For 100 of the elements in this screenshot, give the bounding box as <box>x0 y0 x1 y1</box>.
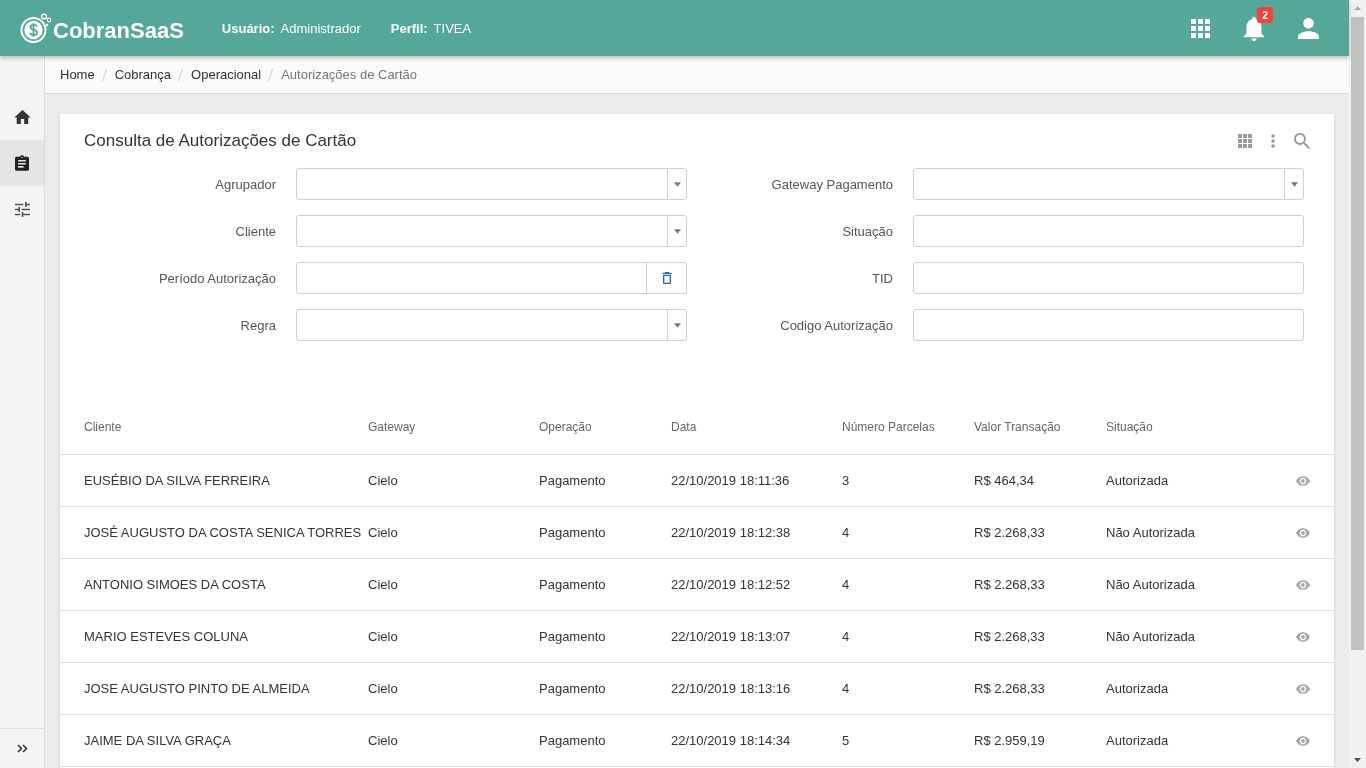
field-label: Cliente <box>235 223 276 239</box>
caret-down-icon[interactable] <box>1290 181 1298 187</box>
home-icon[interactable] <box>13 110 31 124</box>
table-cell-text: 22/10/2019 18:13:16 <box>671 681 792 696</box>
field-label: Situação <box>842 223 893 239</box>
select-field[interactable] <box>296 309 687 341</box>
logo-text: CobranSaaS <box>53 18 184 44</box>
user-label: Usuário: <box>221 20 275 36</box>
sidebar-item[interactable] <box>0 140 44 186</box>
clipboard-icon[interactable] <box>15 155 29 171</box>
table-cell-text: Autorizada <box>1106 733 1170 748</box>
select-field[interactable] <box>913 168 1304 200</box>
more-vertical-icon[interactable] <box>1271 134 1275 148</box>
grid-icon[interactable] <box>1238 134 1252 148</box>
field-label: Agrupador <box>215 176 276 192</box>
column-header[interactable]: Cliente <box>84 420 368 434</box>
table-cell-text: R$ 2.268,33 <box>974 577 1046 592</box>
field-label: Codigo Autorização <box>780 317 893 333</box>
scroll-up-icon[interactable] <box>1354 6 1361 10</box>
field-label: TID <box>872 270 893 286</box>
trash-icon[interactable] <box>661 272 672 284</box>
table-cell-text: Autorizada <box>1106 473 1170 488</box>
breadcrumb-separator <box>268 68 274 81</box>
table-cell-text: 3 <box>842 473 851 488</box>
column-header[interactable]: Gateway <box>368 420 539 434</box>
text-field[interactable] <box>913 309 1304 341</box>
table-cell-text: Pagamento <box>539 733 607 748</box>
eye-icon[interactable] <box>1296 527 1310 538</box>
table-cell-text: Pagamento <box>539 577 607 592</box>
column-header[interactable]: Operação <box>539 420 671 434</box>
breadcrumb-separator <box>101 68 107 81</box>
table-cell-text: Não Autorizada <box>1106 577 1196 592</box>
caret-down-icon[interactable] <box>673 181 681 187</box>
breadcrumb-current: Autorizações de Cartão <box>281 67 418 82</box>
table-cell-text: 22/10/2019 18:14:34 <box>671 733 792 748</box>
table-cell-text: Cielo <box>368 681 399 696</box>
scrollbar-thumb[interactable] <box>1351 17 1364 650</box>
column-header[interactable]: Número Parcelas <box>842 420 974 434</box>
eye-icon[interactable] <box>1296 683 1310 694</box>
text-field[interactable] <box>913 262 1304 294</box>
profile-name: TIVEA <box>433 20 472 36</box>
double-chevron-icon[interactable] <box>16 744 28 753</box>
table-cell-text: Não Autorizada <box>1106 525 1196 540</box>
table-cell-text: Não Autorizada <box>1106 629 1196 644</box>
table-cell-text: JOSE AUGUSTO PINTO DE ALMEIDA <box>84 681 311 696</box>
table-cell-text: R$ 2.959,19 <box>974 733 1046 748</box>
table-cell-text: R$ 2.268,33 <box>974 681 1046 696</box>
notification-badge: 2 <box>1257 7 1273 23</box>
scrollbar[interactable] <box>1349 0 1366 768</box>
table-cell-text: 22/10/2019 18:11:36 <box>671 473 791 488</box>
table-cell-text: 4 <box>842 525 851 540</box>
table-cell-text: R$ 464,34 <box>974 473 1035 488</box>
column-header[interactable]: Situação <box>1106 420 1294 434</box>
column-header[interactable]: Valor Transação <box>974 420 1106 434</box>
field-label: Período Autorização <box>158 270 276 286</box>
breadcrumb-link[interactable]: Home <box>60 67 95 82</box>
table-cell-text: 22/10/2019 18:12:52 <box>671 577 792 592</box>
breadcrumb-link[interactable]: Operacional <box>191 67 262 82</box>
date-field[interactable] <box>296 262 647 294</box>
column-header[interactable]: Data <box>671 420 842 434</box>
table-cell-text: 4 <box>842 681 851 696</box>
table-cell-text: 22/10/2019 18:13:07 <box>671 629 792 644</box>
table-cell-text: R$ 2.268,33 <box>974 629 1046 644</box>
table-cell-text: 5 <box>842 733 851 748</box>
table-cell-text: JOSÉ AUGUSTO DA COSTA SENICA TORRES <box>84 525 363 540</box>
table-cell-text: R$ 2.268,33 <box>974 525 1046 540</box>
sliders-icon[interactable] <box>14 201 30 217</box>
table-cell-text: Pagamento <box>539 681 607 696</box>
search-icon[interactable] <box>1294 133 1310 149</box>
panel-title: Consulta de Autorizações de Cartão <box>84 130 357 152</box>
caret-down-icon[interactable] <box>673 228 681 234</box>
select-field[interactable] <box>296 215 687 247</box>
eye-icon[interactable] <box>1296 579 1310 590</box>
table-cell-text: MARIO ESTEVES COLUNA <box>84 629 249 644</box>
eye-icon[interactable] <box>1296 735 1310 746</box>
select-field[interactable] <box>296 168 687 200</box>
clear-date-button[interactable] <box>647 262 687 294</box>
text-field[interactable] <box>913 215 1304 247</box>
table-cell-text: EUSÉBIO DA SILVA FERREIRA <box>84 473 271 488</box>
table-cell-text: 4 <box>842 629 851 644</box>
table-cell-text: ANTONIO SIMOES DA COSTA <box>84 577 267 592</box>
dollar-coin-icon <box>20 12 52 44</box>
table-cell-text: Pagamento <box>539 473 607 488</box>
eye-icon[interactable] <box>1296 475 1310 486</box>
scroll-down-icon[interactable] <box>1354 758 1361 762</box>
table-cell-text: Cielo <box>368 629 399 644</box>
table-cell-text: 22/10/2019 18:12:38 <box>671 525 792 540</box>
user-name: Administrador <box>280 20 361 36</box>
breadcrumb-separator <box>178 68 184 81</box>
table-cell-text: Cielo <box>368 733 399 748</box>
table-cell-text: Autorizada <box>1106 681 1170 696</box>
table-cell-text: Cielo <box>368 577 399 592</box>
eye-icon[interactable] <box>1296 631 1310 642</box>
table-cell-text: JAIME DA SILVA GRAÇA <box>84 733 232 748</box>
profile-label: Perfil: <box>390 20 428 36</box>
breadcrumb-link[interactable]: Cobrança <box>114 67 172 82</box>
field-label: Regra <box>240 317 276 333</box>
caret-down-icon[interactable] <box>673 322 681 328</box>
field-label: Gateway Pagamento <box>771 176 893 192</box>
table-cell-text: Cielo <box>368 525 399 540</box>
